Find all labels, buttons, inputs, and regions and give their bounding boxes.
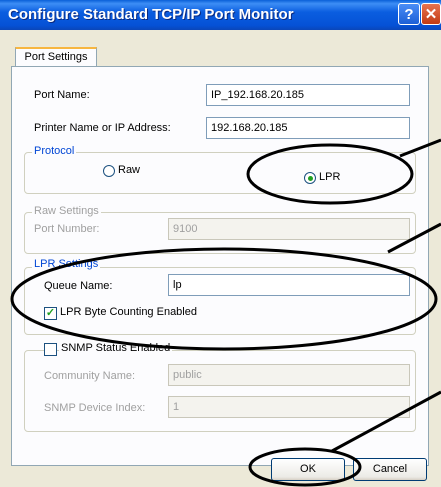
ok-callout-ellipse [248,447,362,487]
lpr-callout-ellipse [246,143,414,205]
lpr-settings-callout-ellipse [10,247,438,351]
ok-callout-line [331,390,441,453]
lpr-callout-line [399,138,441,158]
callout-annotations [10,138,441,487]
lpr-settings-callout-line [387,222,441,254]
